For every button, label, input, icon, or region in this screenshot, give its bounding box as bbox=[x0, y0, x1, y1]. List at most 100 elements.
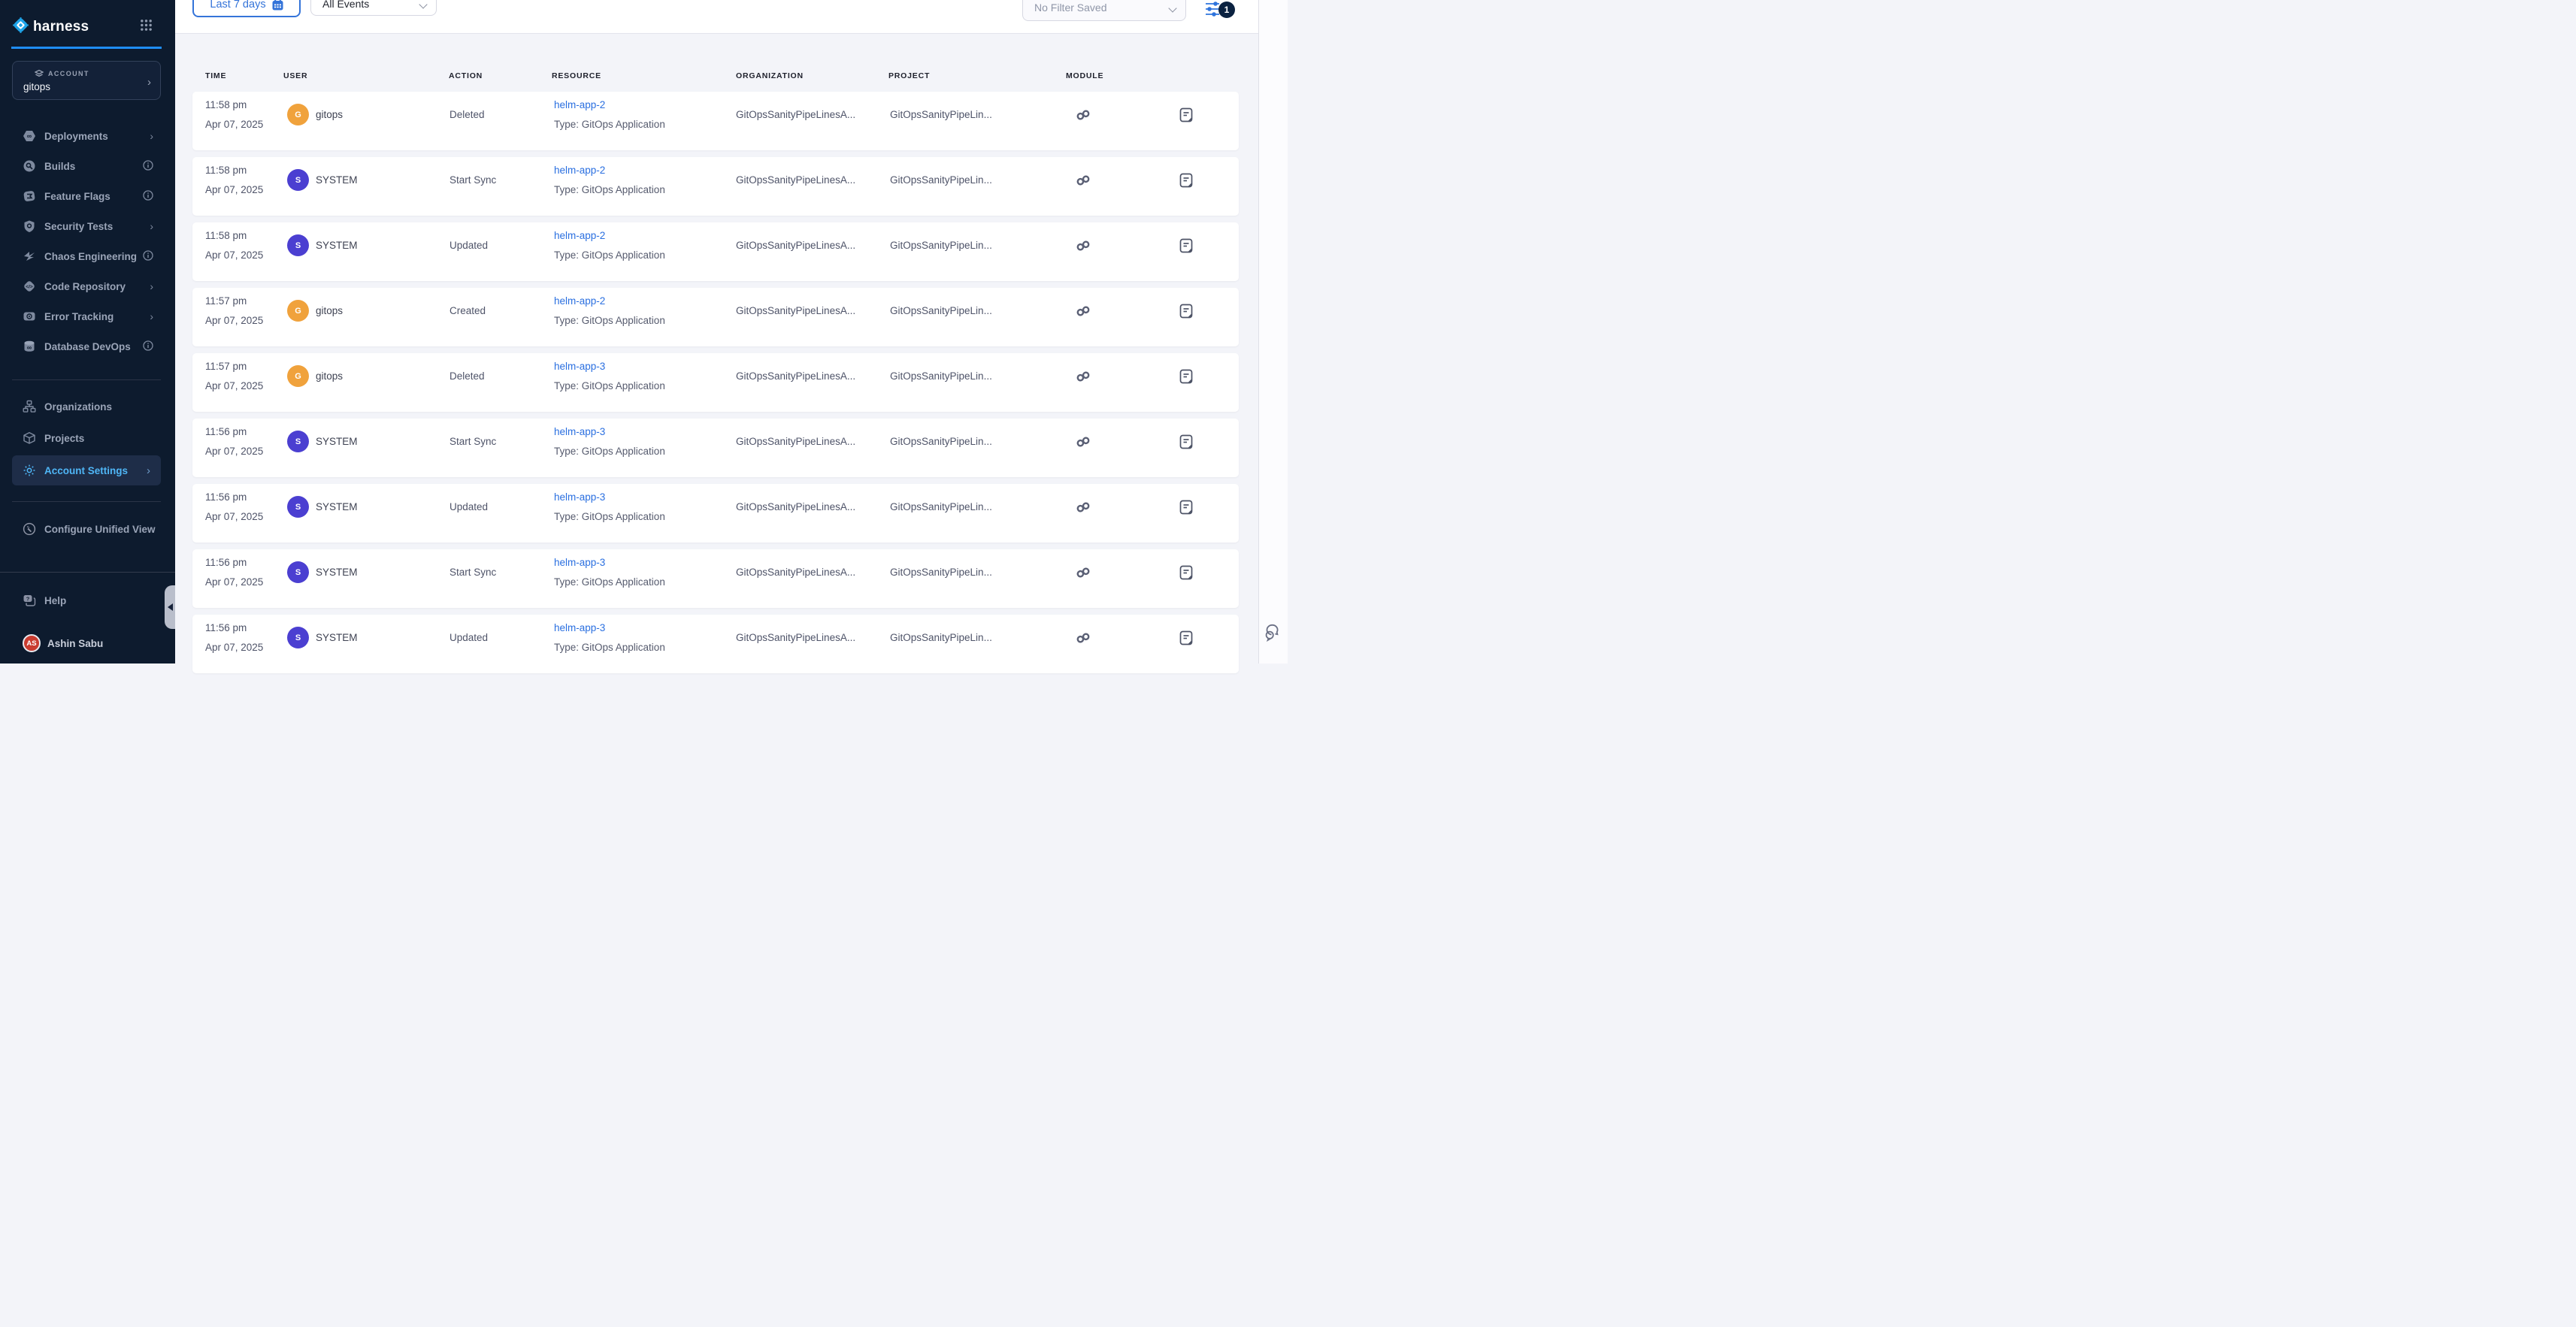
event-time: 11:56 pm Apr 07, 2025 bbox=[205, 422, 263, 461]
project-name: GitOpsSanityPipeLin... bbox=[890, 105, 992, 125]
module-grid-icon[interactable] bbox=[140, 19, 153, 35]
code-repository-icon: </> bbox=[23, 280, 36, 293]
organization-name: GitOpsSanityPipeLinesA... bbox=[736, 105, 855, 125]
harness-logo-icon bbox=[12, 17, 29, 38]
chevron-right-icon: › bbox=[150, 281, 153, 292]
security-tests-icon bbox=[23, 219, 36, 233]
event-time: 11:57 pm Apr 07, 2025 bbox=[205, 357, 263, 396]
event-summary-icon[interactable] bbox=[1179, 369, 1194, 384]
sidebar-item-deployments[interactable]: ∞ Deployments › bbox=[0, 121, 175, 151]
resource-type: Type: GitOps Application bbox=[554, 311, 665, 331]
resource-link[interactable]: helm-app-2 bbox=[554, 95, 665, 115]
resource-cell: helm-app-3 Type: GitOps Application bbox=[554, 618, 665, 657]
user-avatar: S bbox=[287, 234, 309, 256]
chat-support-icon[interactable] bbox=[1264, 622, 1283, 642]
sidebar-item-feature-flags[interactable]: Feature Flags bbox=[0, 181, 175, 211]
resource-link[interactable]: helm-app-3 bbox=[554, 357, 665, 376]
event-summary-icon[interactable] bbox=[1179, 304, 1194, 319]
date-range-button[interactable]: Last 7 days bbox=[192, 0, 301, 17]
sidebar-item-chaos-engineering[interactable]: Chaos Engineering bbox=[0, 241, 175, 271]
account-selector[interactable]: ACCOUNT gitops › bbox=[12, 61, 161, 100]
column-header-module: MODULE bbox=[1066, 71, 1103, 80]
event-action: Updated bbox=[450, 497, 488, 517]
event-action: Updated bbox=[450, 628, 488, 648]
column-header-action: ACTION bbox=[449, 71, 483, 80]
info-icon[interactable] bbox=[143, 250, 153, 262]
filter-panel-button[interactable]: 1 bbox=[1204, 0, 1246, 20]
resource-link[interactable]: helm-app-3 bbox=[554, 488, 665, 507]
column-header-resource: RESOURCE bbox=[552, 71, 601, 80]
event-summary-icon[interactable] bbox=[1179, 500, 1194, 515]
chevron-down-icon bbox=[419, 0, 427, 8]
event-time: 11:56 pm Apr 07, 2025 bbox=[205, 488, 263, 527]
sidebar-item-projects[interactable]: Projects bbox=[0, 422, 175, 454]
info-icon[interactable] bbox=[143, 340, 153, 352]
sidebar-item-code-repository[interactable]: </> Code Repository › bbox=[0, 271, 175, 301]
project-name: GitOpsSanityPipeLin... bbox=[890, 171, 992, 190]
account-name: gitops bbox=[23, 81, 50, 92]
resource-cell: helm-app-3 Type: GitOps Application bbox=[554, 357, 665, 396]
sidebar-collapse-handle[interactable] bbox=[165, 585, 175, 629]
chevron-right-icon: › bbox=[147, 464, 150, 477]
user-name: Ashin Sabu bbox=[47, 638, 103, 649]
sidebar-item-help[interactable]: ? Help bbox=[0, 585, 175, 615]
sidebar-item-database-devops[interactable]: ∞ Database DevOps bbox=[0, 331, 175, 361]
audit-table-row: 11:58 pm Apr 07, 2025 G gitops Deleted h… bbox=[192, 92, 1239, 150]
sidebar-item-account-settings[interactable]: Account Settings › bbox=[12, 455, 161, 485]
resource-type: Type: GitOps Application bbox=[554, 246, 665, 265]
event-summary-icon[interactable] bbox=[1179, 434, 1194, 449]
event-summary-icon[interactable] bbox=[1179, 238, 1194, 253]
event-action: Deleted bbox=[450, 105, 485, 125]
sidebar-item-builds[interactable]: Builds bbox=[0, 151, 175, 181]
resource-link[interactable]: helm-app-3 bbox=[554, 618, 665, 638]
resource-type: Type: GitOps Application bbox=[554, 507, 665, 527]
organization-name: GitOpsSanityPipeLinesA... bbox=[736, 301, 855, 321]
resource-type: Type: GitOps Application bbox=[554, 115, 665, 135]
info-icon[interactable] bbox=[143, 190, 153, 202]
event-summary-icon[interactable] bbox=[1179, 107, 1194, 122]
resource-link[interactable]: helm-app-3 bbox=[554, 553, 665, 573]
user-name: SYSTEM bbox=[316, 171, 358, 190]
event-type-select[interactable]: All Events bbox=[310, 0, 437, 16]
resource-link[interactable]: helm-app-2 bbox=[554, 292, 665, 311]
info-icon[interactable] bbox=[143, 160, 153, 172]
layers-icon bbox=[35, 69, 44, 78]
user-name: SYSTEM bbox=[316, 236, 358, 255]
sidebar-item-configure-unified-view[interactable]: Configure Unified View bbox=[0, 514, 175, 544]
column-header-organization: ORGANIZATION bbox=[736, 71, 804, 80]
filter-toolbar: Last 7 days All Events No Filter Saved 1 bbox=[175, 0, 1258, 34]
deployments-icon: ∞ bbox=[23, 129, 36, 143]
gitops-module-icon bbox=[1075, 499, 1091, 515]
sidebar-item-error-tracking[interactable]: Error Tracking › bbox=[0, 301, 175, 331]
saved-filter-select[interactable]: No Filter Saved bbox=[1022, 0, 1186, 21]
sidebar-item-security-tests[interactable]: Security Tests › bbox=[0, 211, 175, 241]
event-summary-icon[interactable] bbox=[1179, 565, 1194, 580]
gitops-module-icon bbox=[1075, 564, 1091, 581]
resource-link[interactable]: helm-app-3 bbox=[554, 422, 665, 442]
project-name: GitOpsSanityPipeLin... bbox=[890, 367, 992, 386]
resource-cell: helm-app-2 Type: GitOps Application bbox=[554, 95, 665, 135]
gitops-module-icon bbox=[1075, 434, 1091, 450]
user-avatar: S bbox=[287, 496, 309, 518]
organization-name: GitOpsSanityPipeLinesA... bbox=[736, 171, 855, 190]
user-menu[interactable]: AS Ashin Sabu bbox=[0, 628, 175, 658]
audit-table-row: 11:57 pm Apr 07, 2025 G gitops Created h… bbox=[192, 288, 1239, 346]
user-name: SYSTEM bbox=[316, 563, 358, 582]
resource-link[interactable]: helm-app-2 bbox=[554, 226, 665, 246]
project-name: GitOpsSanityPipeLin... bbox=[890, 432, 992, 452]
resource-link[interactable]: helm-app-2 bbox=[554, 161, 665, 180]
resource-type: Type: GitOps Application bbox=[554, 376, 665, 396]
event-summary-icon[interactable] bbox=[1179, 630, 1194, 645]
collapse-arrow-icon bbox=[168, 603, 173, 611]
sidebar-item-organizations[interactable]: Organizations bbox=[0, 391, 175, 422]
event-action: Updated bbox=[450, 236, 488, 255]
audit-table-row: 11:56 pm Apr 07, 2025 S SYSTEM Updated h… bbox=[192, 484, 1239, 543]
event-time: 11:58 pm Apr 07, 2025 bbox=[205, 226, 263, 265]
event-summary-icon[interactable] bbox=[1179, 173, 1194, 188]
gitops-module-icon bbox=[1075, 172, 1091, 189]
sidebar: harness ACCOUNT gitops › ∞ D bbox=[0, 0, 175, 664]
user-avatar: S bbox=[287, 169, 309, 191]
brand-accent-line bbox=[11, 47, 162, 49]
resource-cell: helm-app-3 Type: GitOps Application bbox=[554, 488, 665, 527]
chevron-right-icon: › bbox=[147, 76, 151, 89]
